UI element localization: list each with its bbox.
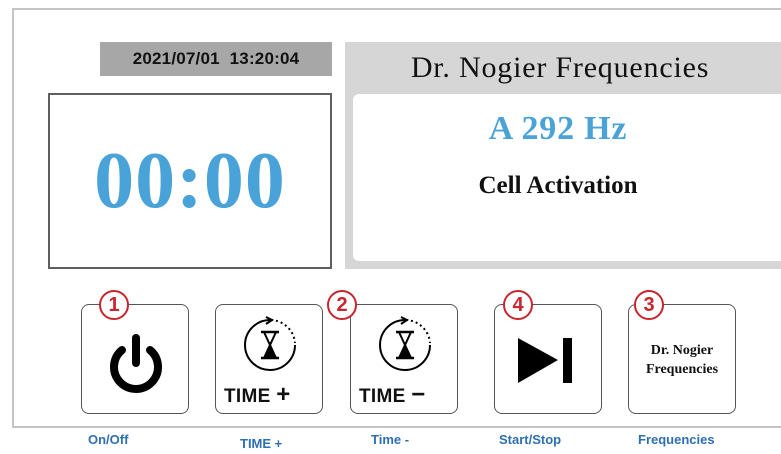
step-badge-4: 4 — [503, 290, 533, 320]
frequency-value: A 292 Hz — [488, 110, 628, 147]
time-plus-label: TIME + — [224, 381, 291, 408]
caption-time-plus: TIME + — [240, 436, 283, 451]
on-off-button[interactable] — [81, 304, 189, 414]
time-minus-button[interactable]: TIME − — [350, 304, 458, 414]
time-plus-button[interactable]: TIME + — [215, 304, 323, 414]
step-badge-2: 2 — [327, 290, 357, 320]
timer-display: 00:00 — [48, 93, 332, 269]
frequencies-button-label: Dr. Nogier Frequencies — [645, 343, 719, 377]
caption-time-minus: Time - — [371, 432, 410, 447]
step-badge-1: 1 — [99, 290, 129, 320]
time-minus-label: TIME − — [359, 381, 426, 408]
step-badge-3: 3 — [634, 290, 664, 320]
frequency-name: Cell Activation — [478, 172, 638, 199]
timer-value: 00:00 — [94, 137, 286, 225]
datetime-display: 2021/07/01 13:20:04 — [100, 42, 332, 76]
frequency-panel: Dr. Nogier Frequencies A 292 Hz Cell Act… — [345, 42, 781, 269]
play-pause-icon — [518, 338, 572, 383]
power-icon — [110, 334, 162, 393]
caption-frequencies: Frequencies — [638, 432, 715, 447]
caption-start-stop: Start/Stop — [499, 432, 562, 447]
caption-on-off: On/Off — [88, 432, 129, 447]
frequencies-button[interactable]: Dr. Nogier Frequencies — [628, 304, 736, 414]
app-screen: 2021/07/01 13:20:04 00:00 Dr. Nogier Fre… — [0, 0, 781, 454]
start-stop-button[interactable] — [494, 304, 602, 414]
frequency-info: A 292 Hz Cell Activation — [353, 94, 781, 261]
frequency-panel-title: Dr. Nogier Frequencies — [410, 51, 710, 84]
